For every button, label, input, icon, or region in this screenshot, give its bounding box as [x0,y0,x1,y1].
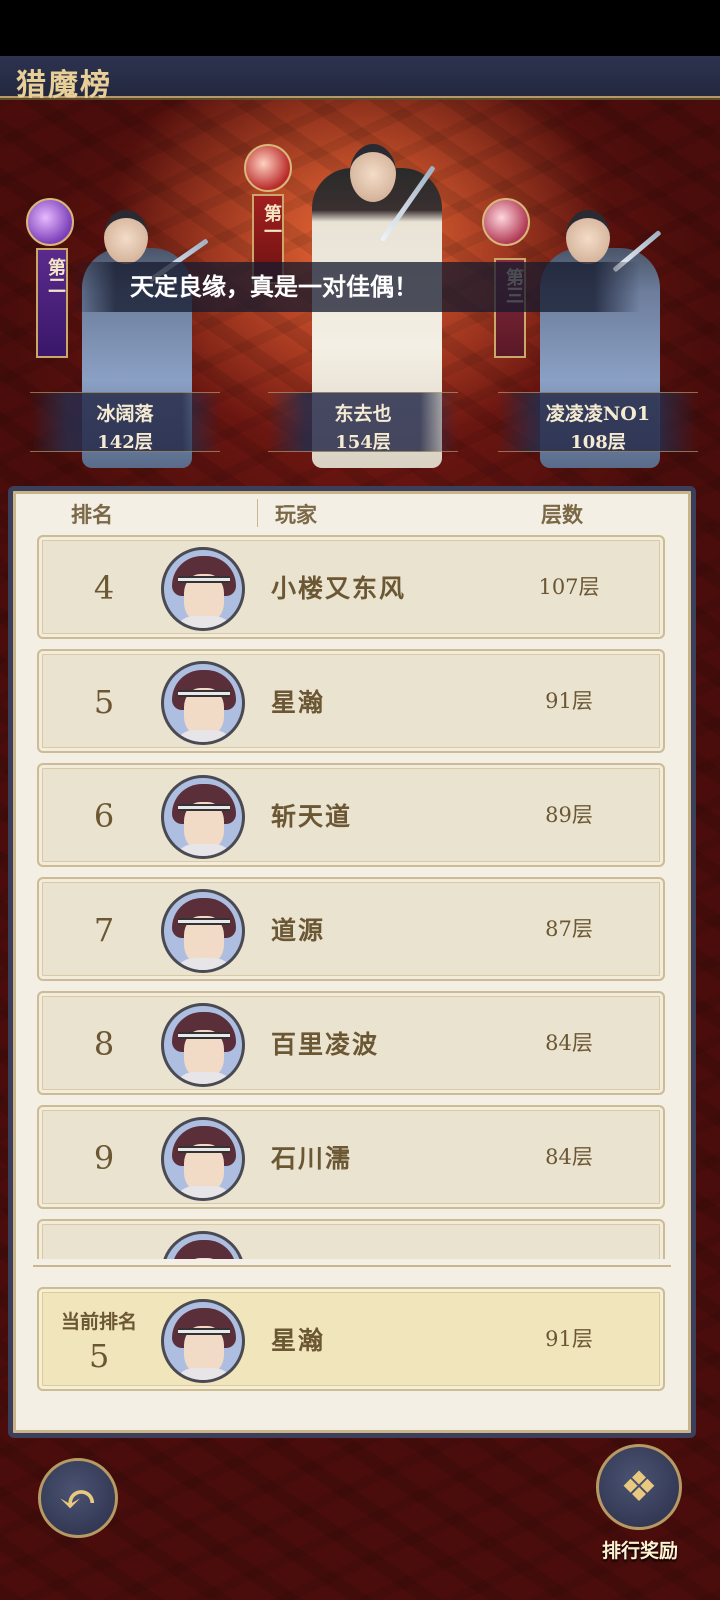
current-rank-row[interactable]: 当前排名 5 星瀚 91层 [37,1287,665,1391]
broadcast-marquee: 天定良缘，真是一对佳偶！ [70,262,640,312]
character-head [350,144,396,202]
row-floors: 91层 [545,689,593,713]
row-floors: 84层 [545,1145,593,1169]
row-player-name: 小楼又东风 [271,574,407,603]
header-rank: 排名 [71,502,113,527]
row-player-name: 百里凌波 [271,1030,380,1059]
row-rank: 4 [93,569,115,607]
row-floors: 89层 [545,803,593,827]
treasure-chest-icon: ❖ [596,1444,682,1530]
table-row[interactable]: 4 小楼又东风 107层 [37,535,665,639]
table-row[interactable] [37,1219,665,1259]
header-divider [257,499,258,527]
avatar[interactable] [161,1003,245,1087]
back-button[interactable]: ↶ [38,1458,118,1538]
ranking-reward-button[interactable]: ❖ 排行奖励 [590,1444,690,1574]
emblem-icon [244,144,292,192]
avatar[interactable] [161,1299,245,1383]
back-arrow-icon: ↶ [58,1472,98,1526]
row-rank: 5 [93,683,115,721]
table-row[interactable]: 9 石川濡 84层 [37,1105,665,1209]
avatar[interactable] [161,661,245,745]
character-head [566,210,610,264]
current-rank-value: 5 [89,1337,110,1375]
avatar[interactable] [161,1117,245,1201]
podium-name-plate: 凌凌凌NO1 108层 [498,392,698,453]
row-player-name: 星瀚 [271,688,326,717]
table-row[interactable]: 5 星瀚 91层 [37,649,665,753]
row-floors: 107层 [538,575,600,599]
avatar[interactable] [161,889,245,973]
row-player-name: 斩天道 [271,802,353,831]
podium-name-plate: 东去也 154层 [268,392,458,453]
row-rank: 9 [93,1139,115,1177]
podium-name-plate: 冰阔落 142层 [30,392,220,453]
divider [33,1265,671,1267]
emblem-icon [482,198,530,246]
avatar[interactable] [161,775,245,859]
row-rank: 7 [93,911,115,949]
avatar[interactable] [161,1231,245,1259]
ranking-panel: 排名 玩家 层数 4 小楼又东风 107层 5 星瀚 91层 6 斩天道 89层… [8,486,696,1438]
avatar[interactable] [161,547,245,631]
status-bar [0,0,720,56]
table-row[interactable]: 6 斩天道 89层 [37,763,665,867]
row-player-name: 道源 [271,916,326,945]
row-floors: 87层 [545,917,593,941]
table-row[interactable]: 7 道源 87层 [37,877,665,981]
character-head [104,210,148,264]
row-rank: 6 [93,797,115,835]
current-floors: 91层 [545,1327,593,1351]
ranking-reward-label: 排行奖励 [601,1540,678,1562]
header-player: 玩家 [275,502,317,527]
ranking-list[interactable]: 4 小楼又东风 107层 5 星瀚 91层 6 斩天道 89层 7 道源 87层… [13,529,691,1259]
row-player-name: 石川濡 [271,1144,353,1173]
table-header: 排名 玩家 层数 [13,491,691,531]
row-rank: 8 [93,1025,115,1063]
rank-banner: 第二 [36,248,68,358]
current-rank-label: 当前排名 [61,1311,138,1333]
header-floors: 层数 [541,502,583,527]
current-player-name: 星瀚 [271,1326,326,1355]
row-floors: 84层 [545,1031,593,1055]
table-row[interactable]: 8 百里凌波 84层 [37,991,665,1095]
emblem-icon [26,198,74,246]
